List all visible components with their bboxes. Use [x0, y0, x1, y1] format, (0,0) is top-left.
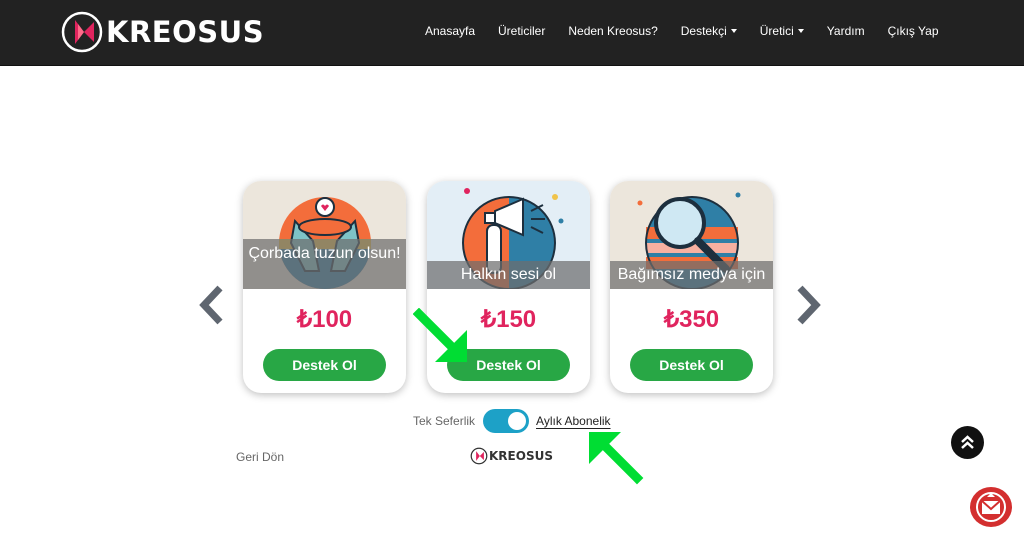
brand-name: KREOSUS: [106, 15, 265, 49]
main-nav: Anasayfa Üreticiler Neden Kreosus? Deste…: [413, 24, 950, 38]
nav-help-label: Yardım: [826, 24, 865, 38]
caret-down-icon: [730, 29, 737, 33]
card-price: ₺100: [296, 306, 353, 333]
back-link[interactable]: Geri Dön: [236, 450, 284, 464]
nav-why-label: Neden Kreosus?: [568, 24, 658, 38]
card-caption: Çorbada tuzun olsun!: [243, 239, 406, 289]
caret-down-icon: [797, 29, 804, 33]
nav-creator-label: Üretici: [759, 24, 794, 38]
scroll-to-top-button[interactable]: [951, 426, 984, 459]
footer-logo: KREOSUS: [470, 447, 553, 465]
support-button[interactable]: Destek Ol: [263, 349, 386, 381]
card-price: ₺150: [480, 306, 537, 333]
envelope-icon: [976, 492, 1006, 522]
nav-help[interactable]: Yardım: [815, 24, 876, 38]
one-time-label[interactable]: Tek Seferlik: [413, 414, 475, 428]
card-price: ₺350: [663, 306, 720, 333]
nav-why-kreosus[interactable]: Neden Kreosus?: [557, 24, 669, 38]
double-chevron-up-icon: [961, 435, 974, 449]
chevron-right-icon[interactable]: [794, 284, 824, 326]
annotation-arrow-icon: [589, 432, 644, 485]
nav-logout-label: Çıkış Yap: [887, 24, 939, 38]
support-button[interactable]: Destek Ol: [447, 349, 570, 381]
support-card-150: Halkın sesi ol ₺150 Destek Ol: [427, 181, 590, 393]
card-caption: Halkın sesi ol: [427, 261, 590, 289]
toggle-knob: [508, 412, 527, 430]
subscription-toggle-switch[interactable]: [483, 409, 530, 433]
nav-home-label: Anasayfa: [424, 24, 476, 38]
card-caption: Bağımsız medya için: [610, 261, 773, 289]
help-chat-button[interactable]: [970, 487, 1012, 527]
support-card-100: Çorbada tuzun olsun! ₺100 Destek Ol: [243, 181, 406, 393]
nav-home[interactable]: Anasayfa: [413, 24, 486, 38]
subscription-toggle-row: Tek Seferlik Aylık Abonelik: [413, 409, 611, 433]
top-navbar: KREOSUS Anasayfa Üreticiler Neden Kreosu…: [0, 0, 1024, 66]
nav-creators[interactable]: Üreticiler: [487, 24, 557, 38]
support-card-350: Bağımsız medya için ₺350 Destek Ol: [610, 181, 773, 393]
kreosus-logo-icon: [61, 11, 103, 53]
chevron-left-icon[interactable]: [196, 284, 226, 326]
nav-creators-label: Üreticiler: [498, 24, 546, 38]
nav-supporter-label: Destekçi: [680, 24, 727, 38]
nav-logout[interactable]: Çıkış Yap: [876, 24, 950, 38]
support-button[interactable]: Destek Ol: [630, 349, 753, 381]
footer-brand-name: KREOSUS: [489, 449, 553, 463]
nav-supporter-dropdown[interactable]: Destekçi: [669, 24, 748, 38]
nav-creator-dropdown[interactable]: Üretici: [748, 24, 815, 38]
brand-logo[interactable]: KREOSUS: [60, 10, 264, 54]
monthly-subscription-label[interactable]: Aylık Abonelik: [536, 414, 611, 428]
kreosus-logo-icon: [470, 447, 488, 465]
